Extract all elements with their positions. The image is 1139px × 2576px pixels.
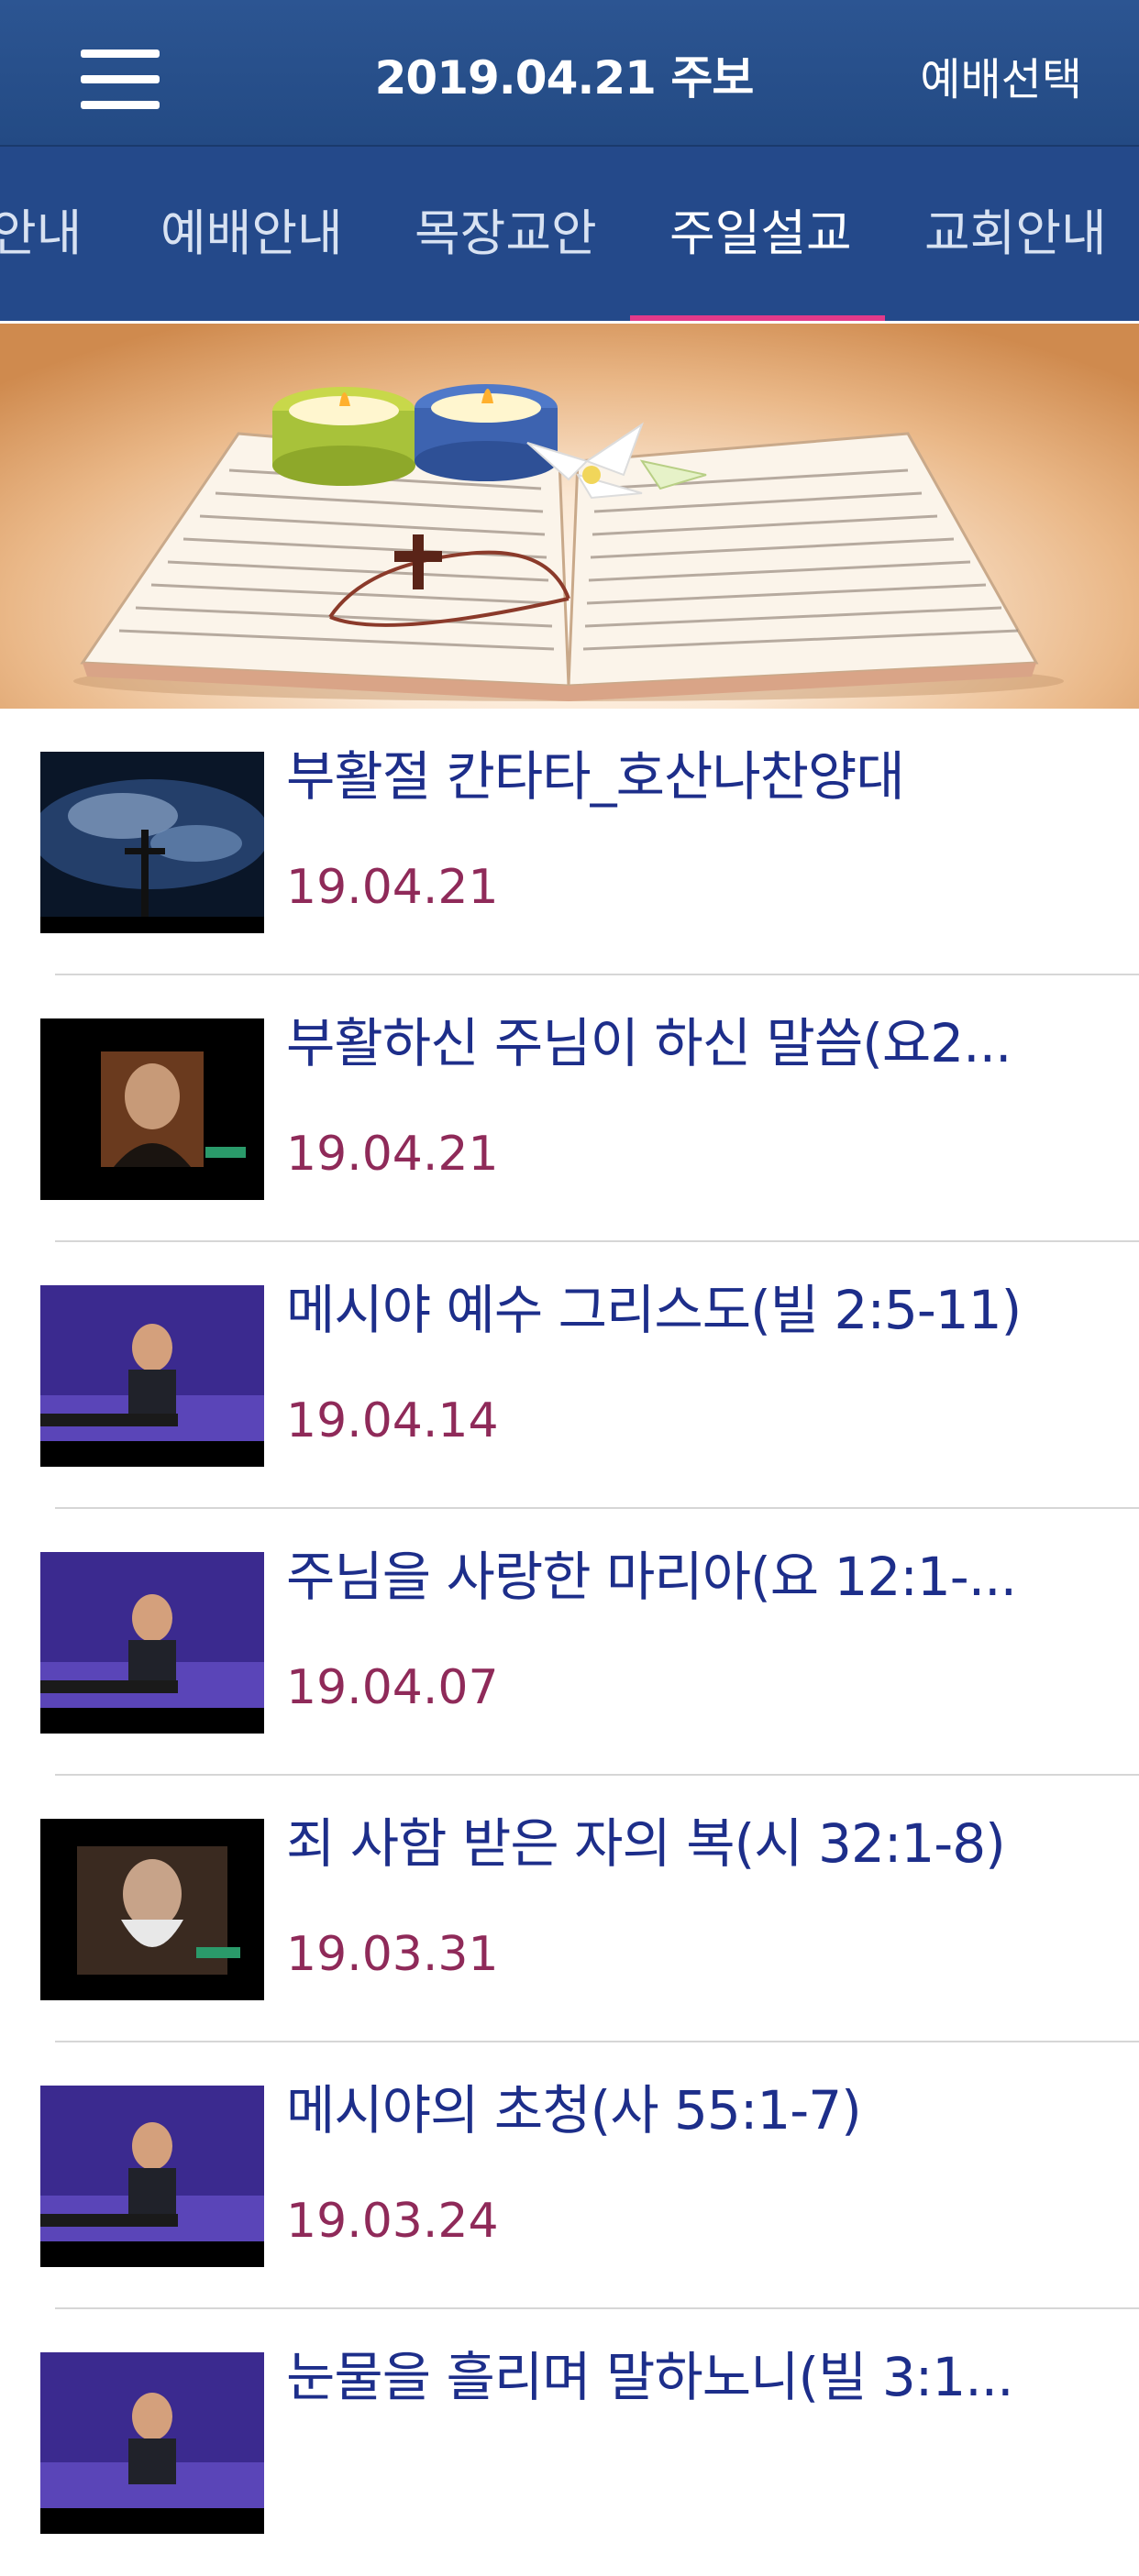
sermon-list-item[interactable]: 부활하신 주님이 하신 말씀(요2... 19.04.21: [0, 975, 1139, 1242]
sermon-thumbnail: [40, 1819, 264, 2000]
tab-sunday-sermon[interactable]: 주일설교: [669, 147, 852, 321]
tab-worship-guide[interactable]: 예배안내: [160, 147, 343, 321]
sermon-date: 19.04.21: [286, 1127, 499, 1182]
sermon-thumbnail: [40, 2086, 264, 2267]
tab-guide-partial[interactable]: 안내: [0, 147, 82, 321]
sermon-date: 19.04.14: [286, 1393, 499, 1448]
sermon-date: 19.04.21: [286, 860, 499, 915]
sermon-list-item[interactable]: 메시야의 초청(사 55:1-7) 19.03.24: [0, 2042, 1139, 2309]
sermon-banner-image: [0, 324, 1139, 709]
sermon-thumbnail: [40, 1018, 264, 1200]
sermon-title: 부활하신 주님이 하신 말씀(요2...: [286, 1012, 1012, 1074]
sermon-list-item[interactable]: 메시야 예수 그리스도(빌 2:5-11) 19.04.14: [0, 1242, 1139, 1509]
sermon-list-item[interactable]: 부활절 칸타타_호산나찬양대 19.04.21: [0, 709, 1139, 975]
page-title: 2019.04.21 주보: [374, 51, 755, 105]
sermon-thumbnail: [40, 2352, 264, 2534]
sermon-title: 눈물을 흘리며 말하노니(빌 3:1...: [286, 2346, 1014, 2408]
sermon-list-item[interactable]: 죄 사함 받은 자의 복(시 32:1-8) 19.03.31: [0, 1776, 1139, 2042]
sermon-date: 19.03.24: [286, 2194, 499, 2249]
sermon-date: 19.04.07: [286, 1660, 499, 1715]
sermon-title: 주님을 사랑한 마리아(요 12:1-...: [286, 1546, 1017, 1608]
sermon-title: 메시야의 초청(사 55:1-7): [286, 2079, 862, 2141]
sermon-list: 부활절 칸타타_호산나찬양대 19.04.21 부활하신 주님이 하신 말씀(요…: [0, 709, 1139, 2576]
tab-church-guide[interactable]: 교회안내: [924, 147, 1107, 321]
sermon-title: 부활절 칸타타_호산나찬양대: [286, 745, 905, 808]
sermon-date: 19.03.31: [286, 1927, 499, 1982]
sermon-thumbnail: [40, 1552, 264, 1734]
sermon-title: 메시야 예수 그리스도(빌 2:5-11): [286, 1279, 1022, 1341]
active-tab-indicator: [630, 315, 885, 321]
tab-cell-lesson[interactable]: 목장교안: [415, 147, 597, 321]
sermon-thumbnail: [40, 1285, 264, 1467]
sermon-list-item[interactable]: 눈물을 흘리며 말하노니(빌 3:1...: [0, 2309, 1139, 2576]
service-select-button[interactable]: 예배선택: [920, 48, 1082, 112]
app-header: 2019.04.21 주보 예배선택: [0, 0, 1139, 147]
hamburger-icon[interactable]: [81, 50, 160, 109]
tab-bar: 안내 예배안내 목장교안 주일설교 교회안내: [0, 147, 1139, 321]
sermon-title: 죄 사함 받은 자의 복(시 32:1-8): [286, 1812, 1006, 1875]
sermon-thumbnail: [40, 752, 264, 933]
sermon-list-item[interactable]: 주님을 사랑한 마리아(요 12:1-... 19.04.07: [0, 1509, 1139, 1776]
